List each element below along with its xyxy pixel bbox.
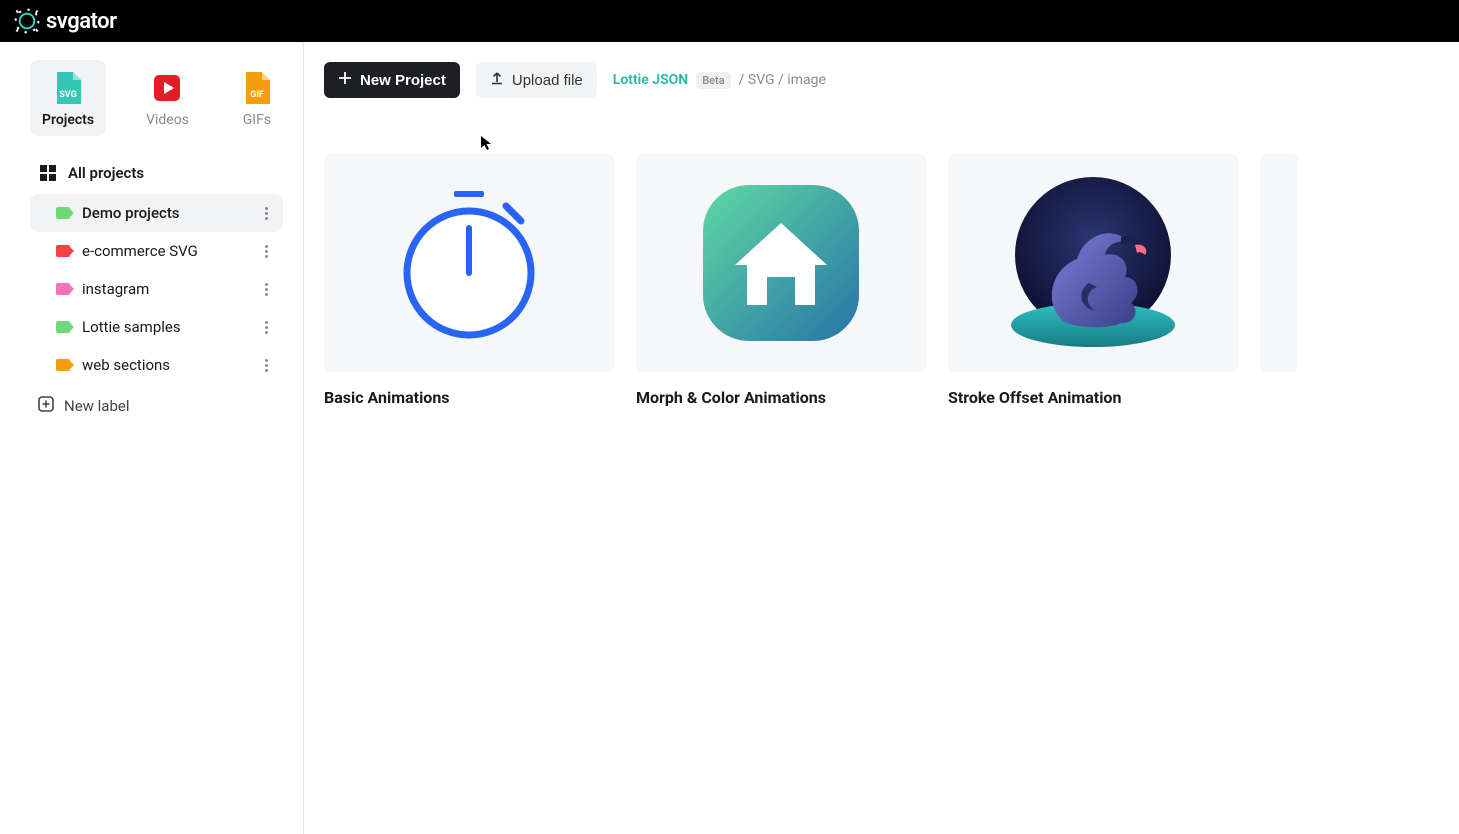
tab-gifs[interactable]: GIF GIFs (229, 60, 285, 136)
button-label: Upload file (512, 72, 583, 89)
logo-mark-icon (14, 8, 40, 34)
project-thumbnail[interactable] (636, 154, 926, 372)
logo-text: svgator (46, 9, 117, 34)
beta-badge: Beta (696, 72, 730, 89)
sidebar-label-row[interactable]: Demo projects (30, 194, 283, 232)
upload-file-button[interactable]: Upload file (476, 62, 597, 98)
project-title: Stroke Offset Animation (948, 388, 1238, 407)
accepts-rest: / SVG / image (739, 72, 826, 88)
label-name: e-commerce SVG (82, 242, 245, 260)
label-name: Demo projects (82, 204, 245, 222)
tab-projects[interactable]: SVG Projects (30, 60, 106, 136)
label-menu-button[interactable] (257, 242, 275, 260)
sidebar-label-row[interactable]: e-commerce SVG (30, 232, 283, 270)
project-card-peek[interactable] (1260, 154, 1298, 372)
sidebar-tabs: SVG Projects Videos (30, 60, 283, 136)
tag-icon (56, 245, 70, 257)
video-file-icon (151, 70, 183, 106)
new-label-text: New label (64, 397, 129, 415)
sidebar-label-row[interactable]: instagram (30, 270, 283, 308)
plus-square-icon (38, 396, 54, 416)
label-menu-button[interactable] (257, 318, 275, 336)
project-title: Basic Animations (324, 388, 614, 407)
project-card[interactable]: Stroke Offset Animation (948, 154, 1238, 407)
app-logo[interactable]: svgator (14, 8, 117, 34)
projects-grid: Basic Animations Morph & Color Animation… (324, 154, 1459, 407)
gif-file-icon: GIF (241, 70, 273, 106)
new-label-button[interactable]: New label (30, 386, 283, 426)
label-menu-button[interactable] (257, 356, 275, 374)
nav-all-projects[interactable]: All projects (30, 154, 283, 192)
nav-all-label: All projects (68, 164, 144, 182)
sidebar-label-row[interactable]: web sections (30, 346, 283, 384)
tag-icon (56, 283, 70, 295)
main: New Project Upload file Lottie JSON Beta… (304, 42, 1459, 834)
label-name: Lottie samples (82, 318, 245, 336)
sidebar-nav: All projects Demo projects e-commerce SV… (30, 154, 283, 426)
button-label: New Project (360, 72, 446, 89)
upload-icon (490, 71, 504, 89)
project-card[interactable]: Morph & Color Animations (636, 154, 926, 407)
tab-label: Projects (42, 112, 94, 128)
grid-icon (40, 165, 56, 181)
project-title: Morph & Color Animations (636, 388, 926, 407)
label-menu-button[interactable] (257, 204, 275, 222)
tag-icon (56, 207, 70, 219)
label-name: web sections (82, 356, 245, 374)
label-name: instagram (82, 280, 245, 298)
svg-text:GIF: GIF (250, 90, 264, 100)
plus-icon (338, 71, 352, 89)
project-thumbnail[interactable] (324, 154, 614, 372)
tag-icon (56, 321, 70, 333)
top-bar: svgator (0, 0, 1459, 42)
project-thumbnail[interactable] (948, 154, 1238, 372)
svg-text:SVG: SVG (59, 90, 77, 100)
project-card[interactable]: Basic Animations (324, 154, 614, 407)
sidebar: SVG Projects Videos (0, 42, 304, 834)
tab-label: Videos (146, 112, 189, 128)
tab-label: GIFs (243, 112, 271, 128)
upload-accepts: Lottie JSON Beta / SVG / image (613, 72, 826, 89)
tag-icon (56, 359, 70, 371)
new-project-button[interactable]: New Project (324, 62, 460, 98)
toolbar: New Project Upload file Lottie JSON Beta… (324, 62, 1459, 108)
lottie-json-label: Lottie JSON (613, 72, 688, 88)
tab-videos[interactable]: Videos (134, 60, 201, 136)
svg-file-icon: SVG (52, 70, 84, 106)
sidebar-label-row[interactable]: Lottie samples (30, 308, 283, 346)
label-menu-button[interactable] (257, 280, 275, 298)
